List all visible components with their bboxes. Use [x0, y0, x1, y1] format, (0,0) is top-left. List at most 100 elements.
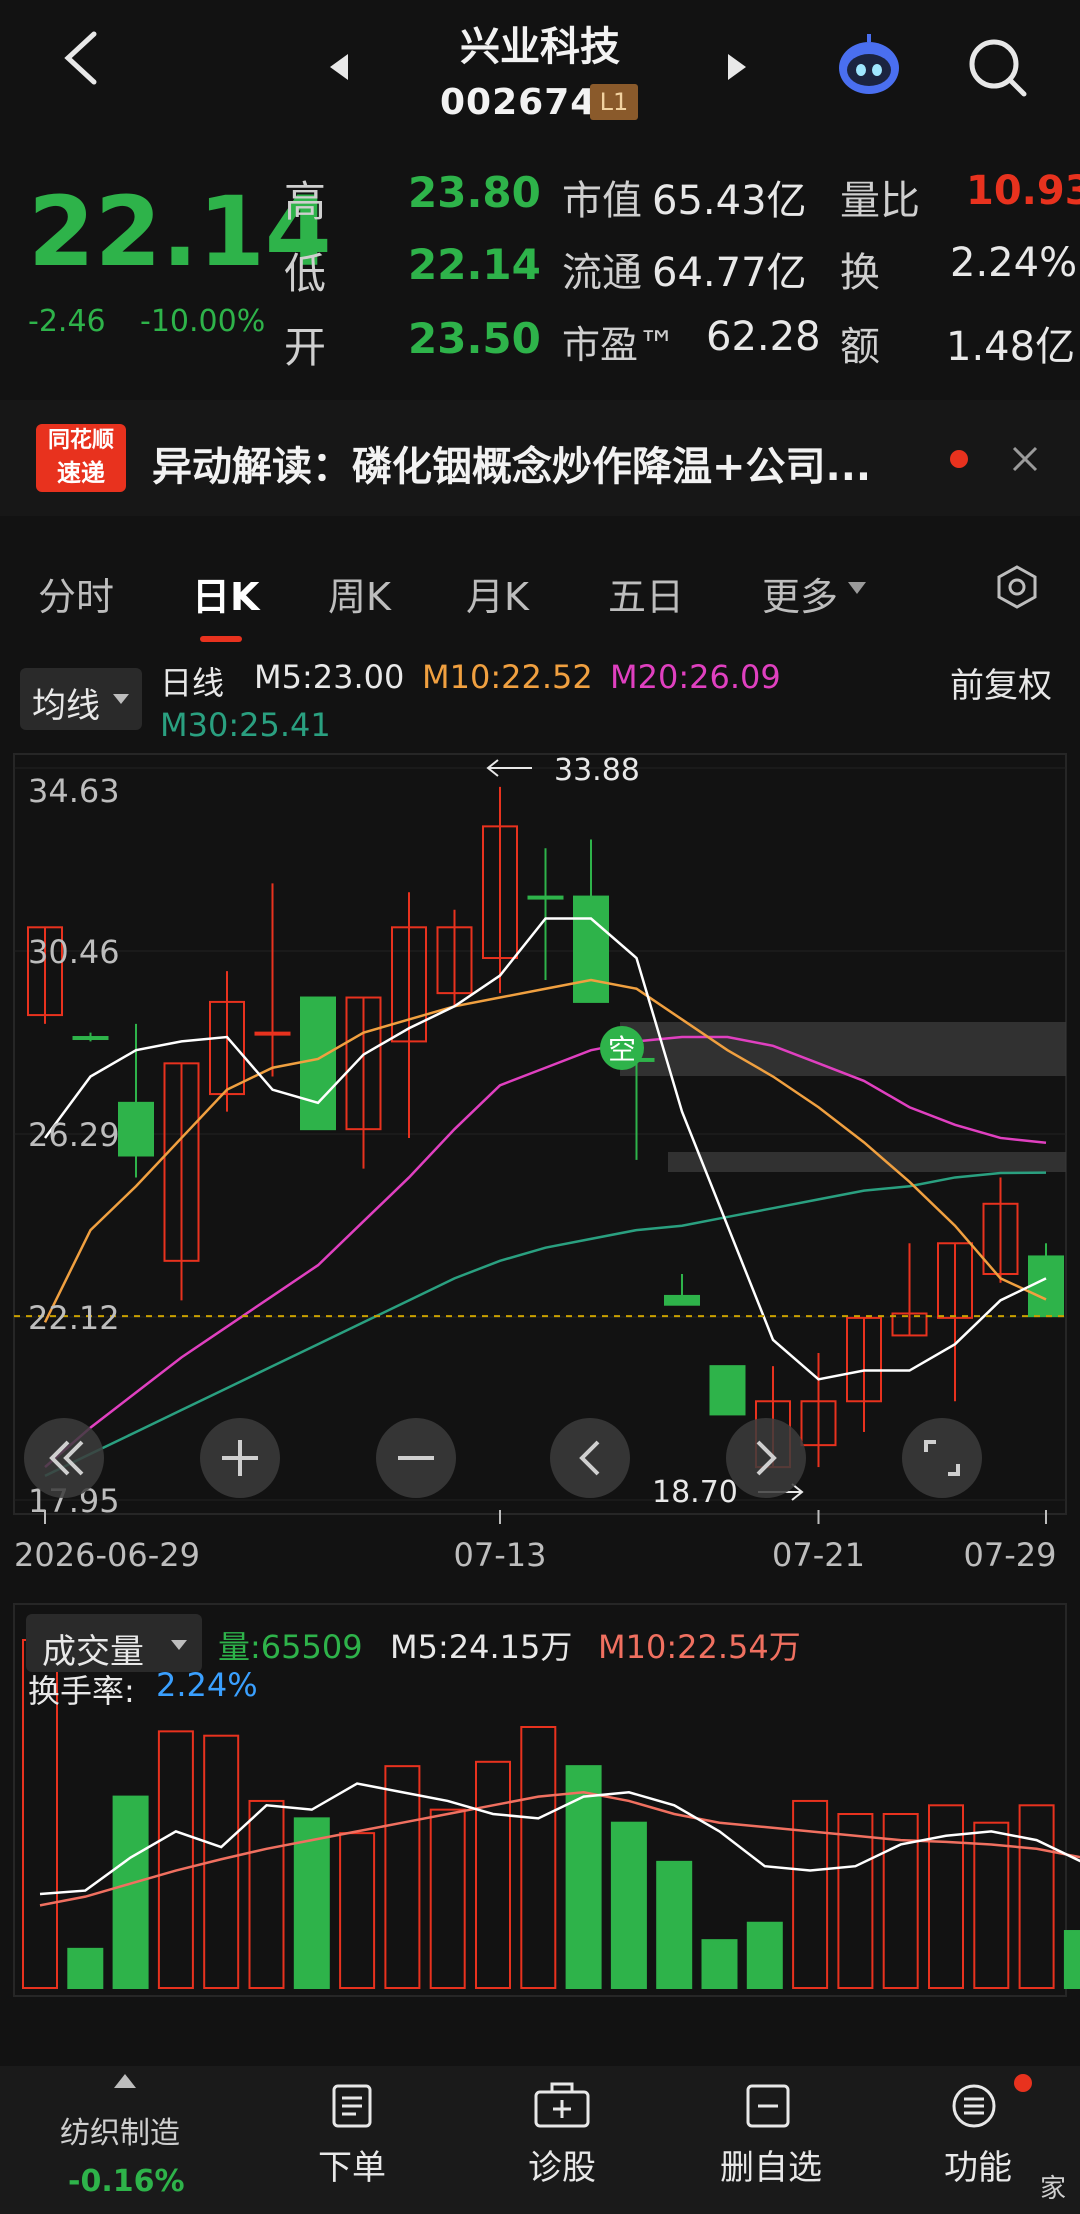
- volume-ratio-label: 量比: [840, 178, 920, 224]
- unread-dot-icon: [950, 450, 968, 468]
- volume-bar: [656, 1860, 693, 1990]
- ma20-label: M20:26.09: [610, 658, 781, 696]
- amount-value: 1.48亿: [946, 324, 1076, 370]
- news-text[interactable]: 异动解读：磷化铟概念炒作降温+公司...: [152, 434, 871, 492]
- mcap-label: 市值: [562, 178, 642, 224]
- diagnose-button[interactable]: 诊股: [528, 2140, 596, 2189]
- tab-intraday[interactable]: 分时: [38, 566, 114, 621]
- signal-marker: 空: [600, 1026, 644, 1070]
- order-button[interactable]: 下单: [318, 2140, 386, 2189]
- adjust-mode[interactable]: 前复权: [950, 658, 1052, 707]
- ma30-line: [44, 1171, 1047, 1477]
- watermark: 家: [1040, 2174, 1067, 2204]
- volume-bar: [928, 1804, 964, 1989]
- volume-bar: [610, 1821, 647, 1989]
- fullscreen-button[interactable]: [902, 1418, 982, 1498]
- news-logo-line2: 速递: [57, 459, 105, 487]
- period-tabs: [0, 530, 1080, 650]
- float-label: 流通: [562, 250, 642, 296]
- tab-daily-k[interactable]: 日K: [192, 566, 259, 621]
- sector-change: -0.16%: [68, 2164, 185, 2199]
- x-tick-label: 07-29: [964, 1536, 1057, 1574]
- remove-watch-icon[interactable]: [744, 2082, 792, 2130]
- candle: [709, 1365, 746, 1416]
- tab-more[interactable]: 更多: [762, 566, 838, 621]
- zoom-in-button[interactable]: [200, 1418, 280, 1498]
- turnover-rate-label: 换手率:: [28, 1672, 135, 1710]
- chevron-up-icon[interactable]: [112, 2072, 138, 2092]
- y-tick-label: 30.46: [28, 933, 120, 971]
- float-value: 64.77亿: [652, 250, 807, 296]
- chart-controls: [24, 1418, 982, 1498]
- diagnose-icon[interactable]: [534, 2082, 590, 2130]
- candle: [527, 895, 564, 900]
- tab-weekly-k[interactable]: 周K: [328, 566, 391, 621]
- ma5-label: M5:23.00: [254, 658, 405, 696]
- turnover-rate-value: 2.24%: [156, 1666, 258, 1704]
- remove-watch-button[interactable]: 删自选: [720, 2140, 822, 2189]
- volume-averages: [39, 1782, 1080, 1907]
- moving-averages: [43, 917, 1047, 1477]
- max-marker: 33.88: [486, 753, 640, 788]
- resistance-zones: [620, 1022, 1066, 1172]
- mcap-value: 65.43亿: [652, 178, 807, 224]
- turnover-label: 换: [840, 250, 880, 296]
- candle: [72, 1036, 109, 1041]
- x-ticks: 2026-06-29 07-13 07-21 07-29: [14, 1510, 1056, 1574]
- open-label: 开: [284, 323, 327, 372]
- order-icon[interactable]: [328, 2082, 376, 2130]
- x-tick-label: 07-21: [772, 1536, 865, 1574]
- robot-assistant-icon[interactable]: [834, 32, 904, 98]
- news-logo: 同花顺 速递: [36, 424, 126, 492]
- level-badge: L1: [590, 84, 638, 120]
- notification-dot-icon: [1014, 2074, 1032, 2092]
- amount-label: 额: [840, 324, 880, 370]
- next-stock-icon[interactable]: [724, 52, 750, 82]
- chevron-down-icon: [171, 1640, 187, 1650]
- ma10-label: M10:22.52: [422, 658, 593, 696]
- volume-indicator-selector[interactable]: 成交量: [26, 1614, 202, 1672]
- indicator-selector-label: 均线: [32, 686, 100, 726]
- tab-five-day[interactable]: 五日: [608, 566, 684, 621]
- period-label: 日线: [160, 664, 225, 702]
- high-label: 高: [284, 177, 327, 226]
- news-logo-line1: 同花顺: [47, 428, 114, 453]
- volume-bar: [1018, 1804, 1055, 1989]
- stock-code: 002674: [440, 82, 597, 123]
- volume-bar: [293, 1817, 330, 1989]
- low-value: 22.14: [408, 240, 541, 289]
- volume-bar: [157, 1730, 194, 1989]
- prev-button[interactable]: [550, 1418, 630, 1498]
- chevron-down-icon: [848, 582, 866, 594]
- high-value: 23.80: [408, 168, 541, 217]
- volume-bar: [248, 1799, 285, 1989]
- pe-value: 62.28: [706, 314, 821, 360]
- fast-backward-button[interactable]: [24, 1418, 104, 1498]
- sector-name[interactable]: 纺织制造: [60, 2108, 180, 2152]
- search-icon[interactable]: [966, 36, 1030, 100]
- volume-bar: [1063, 1930, 1080, 1990]
- menu-icon[interactable]: [950, 2082, 998, 2130]
- short-signal-label: 空: [608, 1033, 636, 1066]
- indicator-selector[interactable]: 均线: [20, 668, 142, 730]
- kline-chart[interactable]: 34.6330.4626.2922.1217.95 33.88 18.70 空 …: [0, 748, 1080, 1598]
- price-change: -2.46: [28, 304, 106, 339]
- volume-value: 量:65509: [218, 1628, 363, 1666]
- stock-name: 兴业科技: [460, 24, 620, 70]
- active-tab-indicator: [200, 636, 242, 642]
- y-tick-label: 26.29: [28, 1116, 120, 1154]
- volume-bar: [339, 1832, 376, 1989]
- zoom-out-button[interactable]: [376, 1418, 456, 1498]
- y-tick-label: 34.63: [28, 772, 120, 810]
- volume-bar: [701, 1939, 738, 1989]
- volume-ma10: M10:22.54万: [598, 1628, 801, 1666]
- next-button[interactable]: [726, 1418, 806, 1498]
- function-button[interactable]: 功能: [944, 2140, 1012, 2189]
- tab-monthly-k[interactable]: 月K: [466, 566, 529, 621]
- close-icon[interactable]: [1010, 444, 1040, 474]
- price-change-pct: -10.00%: [140, 304, 266, 339]
- volume-bar: [429, 1808, 466, 1989]
- volume-bar: [973, 1821, 1010, 1989]
- settings-icon[interactable]: [994, 564, 1040, 610]
- volume-bar: [384, 1765, 421, 1989]
